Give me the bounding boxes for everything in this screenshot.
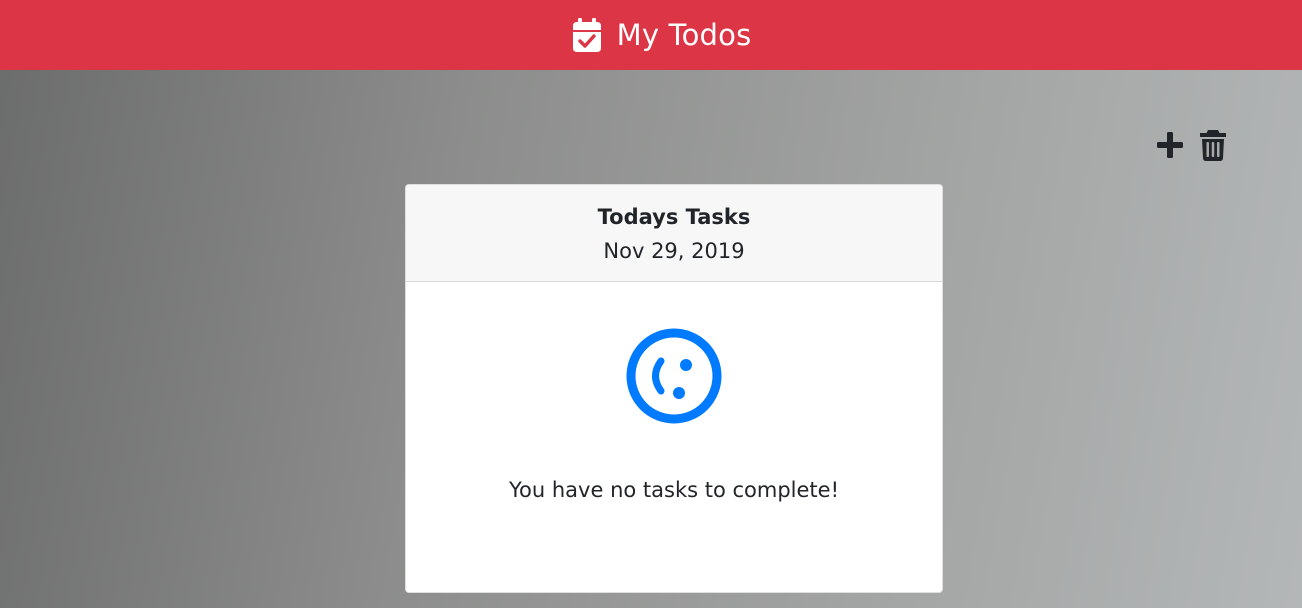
- card-body: You have no tasks to complete!: [406, 326, 942, 504]
- calendar-check-icon: [572, 18, 601, 52]
- card-date: Nov 29, 2019: [603, 239, 745, 263]
- app-title: My Todos: [616, 18, 752, 52]
- card-title: Todays Tasks: [597, 205, 751, 229]
- empty-message: You have no tasks to complete!: [509, 478, 839, 502]
- trash-icon: [1200, 130, 1226, 161]
- tasks-card: Todays Tasks Nov 29, 2019 You have no ta…: [405, 184, 943, 593]
- app-page: My Todos Todays Tasks Nov 29, 2019 You h…: [0, 0, 1302, 608]
- clear-tasks-button[interactable]: [1198, 127, 1228, 163]
- add-task-button[interactable]: [1154, 127, 1186, 163]
- plus-icon: [1157, 132, 1183, 158]
- meh-face-icon: [624, 326, 724, 426]
- brand[interactable]: My Todos: [572, 18, 752, 52]
- card-header: Todays Tasks Nov 29, 2019: [406, 185, 942, 282]
- toolbar: [1154, 127, 1228, 163]
- top-navbar: My Todos: [0, 0, 1302, 70]
